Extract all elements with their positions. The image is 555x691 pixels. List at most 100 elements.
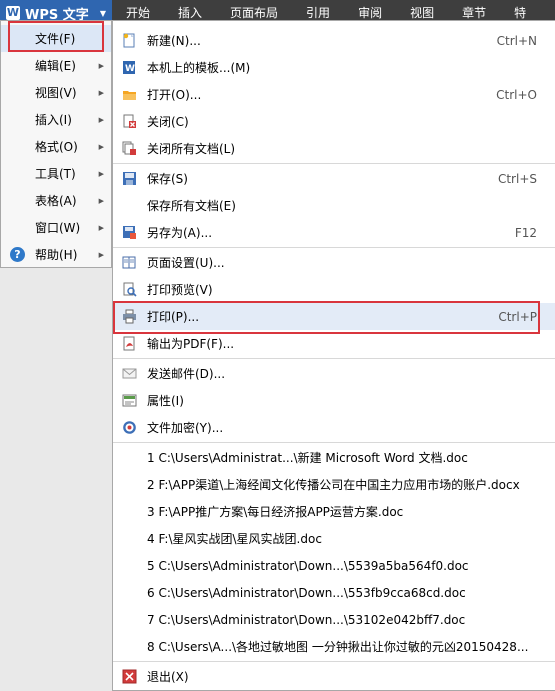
menu-label: 页面设置(U)... bbox=[147, 256, 225, 270]
menu-close-all[interactable]: 关闭所有文档(L) bbox=[113, 135, 555, 162]
menu-item-label: 视图(V) bbox=[35, 86, 77, 100]
menu-item-table[interactable]: 表格(A) ▶ bbox=[1, 187, 111, 214]
recent-file[interactable]: 3 F:\APP推广方案\每日经济报APP运营方案.doc bbox=[113, 498, 555, 525]
menu-label: 保存(S) bbox=[147, 172, 188, 186]
wps-logo-icon: W bbox=[6, 6, 20, 20]
new-doc-icon bbox=[123, 33, 135, 48]
recent-file[interactable]: 2 F:\APP渠道\上海经闻文化传播公司在中国主力应用市场的账户.docx bbox=[113, 471, 555, 498]
menu-item-label: 编辑(E) bbox=[35, 59, 76, 73]
menu-label: 打开(O)... bbox=[147, 88, 202, 102]
menu-label: 新建(N)... bbox=[147, 34, 201, 48]
shortcut-text: F12 bbox=[514, 225, 537, 240]
template-icon: W bbox=[123, 61, 135, 74]
mail-icon bbox=[122, 368, 137, 379]
save-as-icon bbox=[123, 226, 136, 239]
recent-file-label: 7 C:\Users\Administrator\Down...\53102e0… bbox=[147, 612, 466, 627]
menu-separator bbox=[113, 247, 555, 248]
menu-item-label: 工具(T) bbox=[35, 167, 76, 181]
menu-item-label: 帮助(H) bbox=[35, 248, 78, 262]
menu-local-templates[interactable]: W 本机上的模板...(M) bbox=[113, 54, 555, 81]
dropdown-arrow-icon: ▼ bbox=[99, 9, 106, 18]
menu-label: 关闭(C) bbox=[147, 115, 189, 129]
file-submenu: 新建(N)... Ctrl+N W 本机上的模板...(M) 打开(O)... … bbox=[112, 20, 555, 691]
menu-label: 退出(X) bbox=[147, 670, 189, 684]
menu-label: 输出为PDF(F)... bbox=[147, 337, 235, 351]
menu-separator bbox=[113, 661, 555, 662]
page-setup-icon bbox=[122, 256, 136, 269]
submenu-arrow-icon: ▶ bbox=[98, 142, 104, 151]
menu-label: 保存所有文档(E) bbox=[147, 199, 236, 213]
menu-label: 关闭所有文档(L) bbox=[147, 142, 236, 156]
file-menu-highlight-box bbox=[8, 21, 104, 52]
recent-file[interactable]: 4 F:\星风实战团\星风实战团.doc bbox=[113, 525, 555, 552]
menu-separator bbox=[113, 442, 555, 443]
recent-file-label: 8 C:\Users\A...\各地过敏地图 一分钟揪出让你过敏的元凶20150… bbox=[147, 640, 529, 654]
recent-file-label: 2 F:\APP渠道\上海经闻文化传播公司在中国主力应用市场的账户.docx bbox=[147, 478, 520, 492]
menu-item-insert[interactable]: 插入(I) ▶ bbox=[1, 106, 111, 133]
menu-item-label: 格式(O) bbox=[35, 140, 78, 154]
submenu-arrow-icon: ▶ bbox=[98, 61, 104, 70]
menu-exit[interactable]: 退出(X) bbox=[113, 663, 555, 690]
menu-label: 另存为(A)... bbox=[147, 226, 213, 240]
menu-page-setup[interactable]: 页面设置(U)... bbox=[113, 249, 555, 276]
recent-file[interactable]: 6 C:\Users\Administrator\Down...\553fb9c… bbox=[113, 579, 555, 606]
recent-file-label: 4 F:\星风实战团\星风实战团.doc bbox=[147, 532, 322, 546]
properties-icon bbox=[122, 394, 137, 407]
menu-item-label: 窗口(W) bbox=[35, 221, 81, 235]
menu-item-window[interactable]: 窗口(W) ▶ bbox=[1, 214, 111, 241]
menu-export-pdf[interactable]: 输出为PDF(F)... bbox=[113, 330, 555, 357]
help-icon: ? bbox=[10, 247, 25, 262]
shortcut-text: Ctrl+O bbox=[496, 87, 537, 102]
menu-encrypt[interactable]: 文件加密(Y)... bbox=[113, 414, 555, 441]
recent-file[interactable]: 5 C:\Users\Administrator\Down...\5539a5b… bbox=[113, 552, 555, 579]
menu-save[interactable]: 保存(S) Ctrl+S bbox=[113, 165, 555, 192]
submenu-arrow-icon: ▶ bbox=[98, 115, 104, 124]
menu-save-all[interactable]: 保存所有文档(E) bbox=[113, 192, 555, 219]
open-folder-icon bbox=[123, 91, 136, 100]
shortcut-text: Ctrl+N bbox=[496, 33, 537, 48]
recent-file[interactable]: 7 C:\Users\Administrator\Down...\53102e0… bbox=[113, 606, 555, 633]
menu-label: 本机上的模板...(M) bbox=[147, 61, 251, 75]
submenu-arrow-icon: ▶ bbox=[98, 223, 104, 232]
menu-item-tools[interactable]: 工具(T) ▶ bbox=[1, 160, 111, 187]
shortcut-text: Ctrl+S bbox=[497, 171, 537, 186]
menu-item-format[interactable]: 格式(O) ▶ bbox=[1, 133, 111, 160]
exit-icon bbox=[122, 669, 137, 684]
recent-file-label: 1 C:\Users\Administrat...\新建 Microsoft W… bbox=[147, 451, 468, 465]
menu-close[interactable]: 关闭(C) bbox=[113, 108, 555, 135]
menu-separator bbox=[113, 358, 555, 359]
menu-item-view[interactable]: 视图(V) ▶ bbox=[1, 79, 111, 106]
menu-properties[interactable]: 属性(I) bbox=[113, 387, 555, 414]
menu-label: 发送邮件(D)... bbox=[147, 367, 226, 381]
menu-new[interactable]: 新建(N)... Ctrl+N bbox=[113, 27, 555, 54]
menu-item-label: 插入(I) bbox=[35, 113, 72, 127]
recent-file-label: 3 F:\APP推广方案\每日经济报APP运营方案.doc bbox=[147, 505, 404, 519]
recent-file[interactable]: 8 C:\Users\A...\各地过敏地图 一分钟揪出让你过敏的元凶20150… bbox=[113, 633, 555, 660]
main-menu: 文件(F) 编辑(E) ▶ 视图(V) ▶ 插入(I) ▶ 格式(O) ▶ 工具(T) ▶… bbox=[0, 20, 112, 268]
menu-label: 打印预览(V) bbox=[147, 283, 213, 297]
close-doc-icon bbox=[123, 114, 136, 128]
print-preview-icon bbox=[123, 282, 137, 297]
menu-print-preview[interactable]: 打印预览(V) bbox=[113, 276, 555, 303]
recent-file-label: 5 C:\Users\Administrator\Down...\5539a5b… bbox=[147, 558, 469, 573]
submenu-arrow-icon: ▶ bbox=[98, 250, 104, 259]
menu-label: 文件加密(Y)... bbox=[147, 421, 224, 435]
close-all-icon bbox=[122, 141, 136, 155]
menu-send-mail[interactable]: 发送邮件(D)... bbox=[113, 360, 555, 387]
menu-item-label: 表格(A) bbox=[35, 194, 77, 208]
menu-label: 属性(I) bbox=[147, 394, 184, 408]
submenu-arrow-icon: ▶ bbox=[98, 196, 104, 205]
recent-file[interactable]: 1 C:\Users\Administrat...\新建 Microsoft W… bbox=[113, 444, 555, 471]
menu-item-edit[interactable]: 编辑(E) ▶ bbox=[1, 52, 111, 79]
svg-text:W: W bbox=[125, 64, 135, 74]
pdf-icon bbox=[123, 336, 135, 351]
submenu-arrow-icon: ▶ bbox=[98, 88, 104, 97]
menu-item-help[interactable]: ? 帮助(H) ▶ bbox=[1, 241, 111, 268]
encrypt-icon bbox=[123, 421, 136, 434]
menu-open[interactable]: 打开(O)... Ctrl+O bbox=[113, 81, 555, 108]
submenu-arrow-icon: ▶ bbox=[98, 169, 104, 178]
menu-separator bbox=[113, 163, 555, 164]
menu-save-as[interactable]: 另存为(A)... F12 bbox=[113, 219, 555, 246]
recent-file-label: 6 C:\Users\Administrator\Down...\553fb9c… bbox=[147, 585, 466, 600]
save-icon bbox=[123, 172, 136, 185]
